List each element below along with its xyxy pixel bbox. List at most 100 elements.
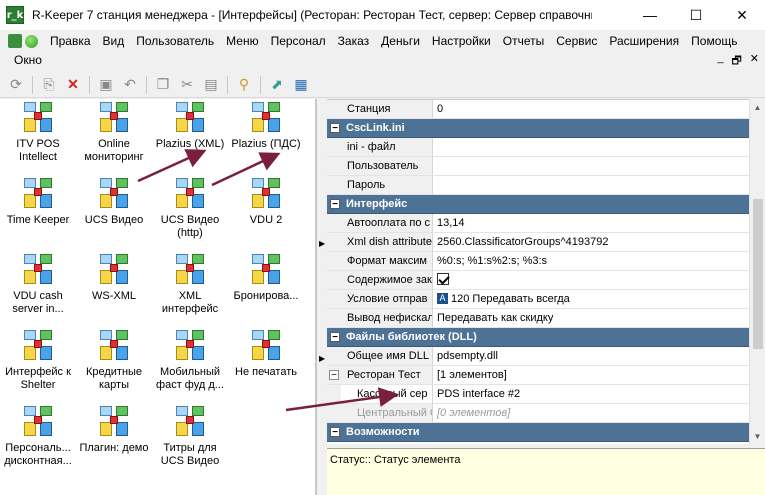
category-csclink[interactable]: − CscLink.ini	[327, 119, 749, 138]
collapse-icon[interactable]: −	[330, 332, 340, 343]
interface-item[interactable]: Титры для UCS Видео	[152, 403, 228, 479]
menu-order[interactable]: Заказ	[332, 34, 375, 48]
menu-edit[interactable]: Правка	[44, 34, 97, 48]
paste-icon[interactable]: ▤	[201, 75, 221, 95]
order-content-checkbox[interactable]	[437, 273, 449, 286]
interface-item[interactable]: Бронирова...	[228, 251, 304, 327]
prop-value[interactable]: %0:s; %1:s%2:s; %3:s	[433, 252, 749, 270]
prop-value[interactable]	[433, 157, 749, 175]
prop-central-office[interactable]: Центральный Оф [0 элементов]	[327, 404, 749, 423]
copy-icon[interactable]: ❐	[153, 75, 173, 95]
interface-item[interactable]: Кредитные карты	[76, 327, 152, 403]
maximize-button[interactable]: ☐	[673, 0, 719, 30]
interface-item[interactable]: UCS Видео	[76, 175, 152, 251]
interface-item[interactable]: Time Keeper	[0, 175, 76, 251]
interface-item[interactable]: Персональ... дисконтная...	[0, 403, 76, 479]
menu-reports[interactable]: Отчеты	[497, 34, 550, 48]
refresh-icon[interactable]: ⟳	[6, 75, 26, 95]
interface-item[interactable]: Мобильный фаст фуд д...	[152, 327, 228, 403]
prop-xml-dish-attributes[interactable]: Xml dish attributes 2560.ClassificatorGr…	[327, 233, 749, 252]
category-title: Интерфейс	[346, 198, 408, 210]
interface-item[interactable]: XML интерфейс	[152, 251, 228, 327]
prop-name: Формат максим	[341, 252, 433, 270]
interface-item[interactable]: VDU 2	[228, 175, 304, 251]
menu-settings[interactable]: Настройки	[426, 34, 497, 48]
category-dll-files[interactable]: − Файлы библиотек (DLL)	[327, 328, 749, 347]
menu-service[interactable]: Сервис	[550, 34, 603, 48]
new-icon[interactable]: ⎘	[39, 75, 59, 95]
interface-item[interactable]: Plazius (XML)	[152, 99, 228, 175]
view-grid-icon[interactable]: ▦	[291, 75, 311, 95]
prop-user[interactable]: Пользователь	[327, 157, 749, 176]
prop-value[interactable]: [1 элементов]	[433, 366, 749, 384]
mdi-minimize-button[interactable]: _	[717, 52, 723, 71]
prop-value[interactable]: 0	[433, 100, 749, 118]
scroll-thumb[interactable]	[753, 199, 763, 349]
interface-icon	[21, 253, 55, 287]
collapse-icon[interactable]: −	[330, 199, 340, 210]
menu-help[interactable]: Помощь	[685, 34, 743, 48]
scroll-up-icon[interactable]: ▲	[750, 99, 765, 115]
mdi-restore-button[interactable]: 🗗	[731, 52, 741, 71]
prop-value[interactable]: pdsempty.dll	[433, 347, 749, 365]
splitter-arrow-icon[interactable]: ▶	[319, 354, 325, 363]
prop-restaurant-group[interactable]: − Ресторан Тест [1 элементов]	[327, 366, 749, 385]
category-features[interactable]: − Возможности	[327, 423, 749, 442]
interface-item[interactable]: WS-XML	[76, 251, 152, 327]
prop-dll-name[interactable]: Общее имя DLL pdsempty.dll	[327, 347, 749, 366]
prop-value[interactable]	[433, 138, 749, 156]
menu-view[interactable]: Вид	[97, 34, 131, 48]
find-icon[interactable]: ⚲	[234, 75, 254, 95]
interface-item[interactable]: Online мониторинг	[76, 99, 152, 175]
category-interface[interactable]: − Интерфейс	[327, 195, 749, 214]
prop-value[interactable]	[433, 271, 749, 289]
mdi-close-button[interactable]: ✕	[750, 52, 759, 71]
prop-format[interactable]: Формат максим %0:s; %1:s%2:s; %3:s	[327, 252, 749, 271]
interface-item[interactable]: Не печатать	[228, 327, 304, 403]
interface-item[interactable]: ITV POS Intellect	[0, 99, 76, 175]
save-icon[interactable]: ▣	[96, 75, 116, 95]
prop-station[interactable]: Станция 0	[327, 100, 749, 119]
prop-value[interactable]: 2560.ClassificatorGroups^4193792	[433, 233, 749, 251]
menu-money[interactable]: Деньги	[375, 34, 426, 48]
menu-user[interactable]: Пользователь	[130, 34, 220, 48]
prop-password[interactable]: Пароль	[327, 176, 749, 195]
collapse-icon[interactable]: −	[330, 123, 340, 134]
prop-value[interactable]: 13,14	[433, 214, 749, 232]
scroll-down-icon[interactable]: ▼	[750, 428, 765, 444]
interface-item[interactable]: UCS Видео (http)	[152, 175, 228, 251]
property-scrollbar[interactable]: ▲ ▼	[749, 99, 765, 444]
menu-menu[interactable]: Меню	[220, 34, 264, 48]
prop-value[interactable]: PDS interface #2	[433, 385, 749, 403]
minimize-button[interactable]: —	[627, 0, 673, 30]
prop-value[interactable]: Передавать как скидку	[433, 309, 749, 327]
prop-send-condition[interactable]: Условие отправ A 120 Передавать всегда	[327, 290, 749, 309]
export-icon[interactable]: ⬈	[267, 75, 287, 95]
prop-value[interactable]	[433, 176, 749, 194]
prop-value[interactable]: A 120 Передавать всегда	[433, 290, 749, 308]
close-button[interactable]: ✕	[719, 0, 765, 30]
prop-ini-file[interactable]: ini - файл	[327, 138, 749, 157]
collapse-icon[interactable]: −	[329, 370, 339, 381]
prop-nonfiscal-output[interactable]: Вывод нефискал Передавать как скидку	[327, 309, 749, 328]
splitter-arrow-icon[interactable]: ▶	[319, 239, 325, 248]
prop-value[interactable]: [0 элементов]	[433, 404, 749, 422]
collapse-icon[interactable]: −	[330, 427, 340, 438]
toolbar-separator	[260, 75, 261, 94]
menu-staff[interactable]: Персонал	[265, 34, 332, 48]
interface-icon	[249, 329, 283, 363]
delete-icon[interactable]: ✕	[63, 75, 83, 95]
panel-splitter[interactable]: ▶ ▶	[316, 99, 327, 495]
prop-autopay[interactable]: Автооплата по с 13,14	[327, 214, 749, 233]
interface-item[interactable]: Плагин: демо	[76, 403, 152, 479]
prop-cash-server[interactable]: Кассовый сер PDS interface #2	[327, 385, 749, 404]
interface-item[interactable]: VDU cash server in...	[0, 251, 76, 327]
menu-window[interactable]: Окно	[8, 53, 48, 67]
undo-icon[interactable]: ↶	[120, 75, 140, 95]
prop-order-content[interactable]: Содержимое зак	[327, 271, 749, 290]
interface-item[interactable]: Plazius (ПДС)	[228, 99, 304, 175]
app-menu-icon[interactable]	[8, 34, 22, 48]
interface-item[interactable]: Интерфейс к Shelter	[0, 327, 76, 403]
cut-icon[interactable]: ✂	[177, 75, 197, 95]
menu-extensions[interactable]: Расширения	[603, 34, 685, 48]
